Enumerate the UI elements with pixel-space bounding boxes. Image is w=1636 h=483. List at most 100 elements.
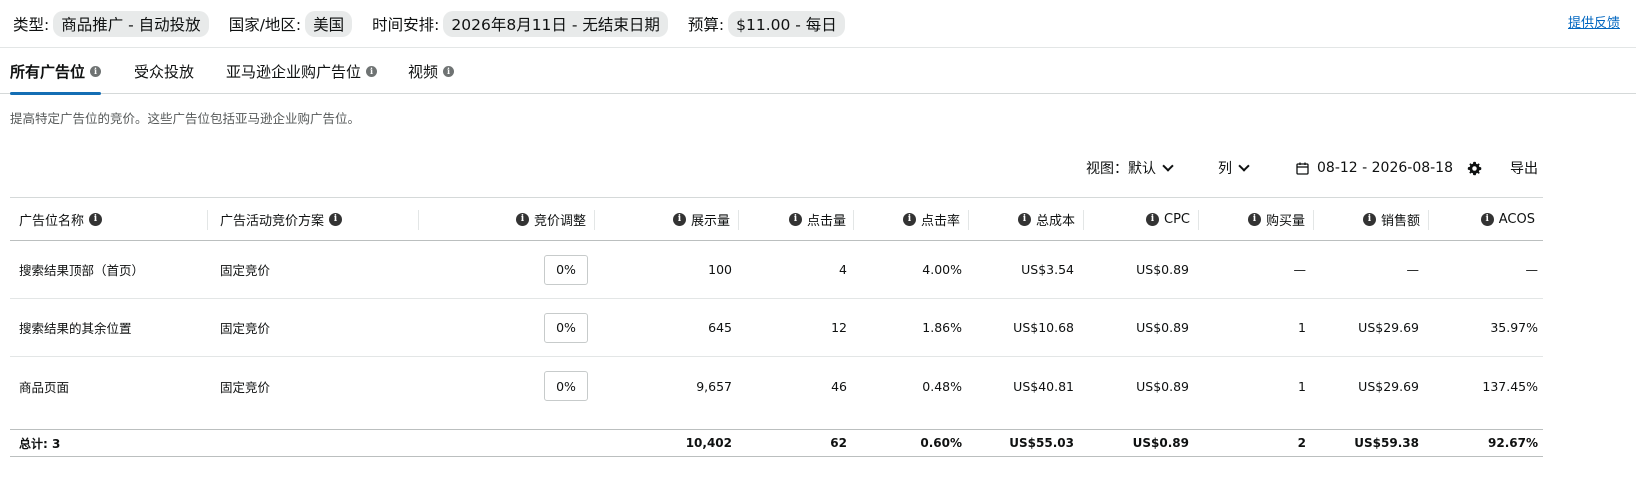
col-header-ctr[interactable]: i 点击率: [860, 198, 960, 240]
tab-audience-targeting[interactable]: 受众投放: [134, 48, 194, 94]
column-divider: [1313, 210, 1314, 230]
chevron-down-icon: [1238, 159, 1250, 172]
info-icon[interactable]: i: [443, 65, 455, 77]
tab-label: 所有广告位: [10, 62, 86, 81]
col-header-placement-name[interactable]: 广告位名称 i: [19, 198, 107, 240]
info-icon[interactable]: i: [672, 212, 686, 226]
info-icon[interactable]: i: [366, 65, 378, 77]
date-range-picker[interactable]: 08-12 - 2026-08-18: [1296, 157, 1453, 179]
column-divider: [853, 210, 854, 230]
purchases-value: 1: [1298, 320, 1306, 335]
info-icon[interactable]: i: [90, 65, 102, 77]
header-label: 广告活动竞价方案: [220, 213, 325, 229]
total-cost-value: US$3.54: [1021, 262, 1074, 277]
column-divider: [1083, 210, 1084, 230]
total-cost-value: US$40.81: [1013, 378, 1074, 394]
clicks-value: 12: [831, 320, 847, 335]
settings-button[interactable]: [1467, 157, 1482, 179]
total-sales: US$59.38: [1354, 436, 1419, 450]
impressions-value: 645: [708, 320, 732, 335]
col-header-bid-strategy[interactable]: 广告活动竞价方案 i: [220, 198, 347, 240]
bid-adjustment-input[interactable]: 0%: [544, 312, 588, 343]
ctr-value: 0.48%: [922, 378, 962, 394]
col-header-impressions[interactable]: i 展示量: [600, 198, 730, 240]
table-total-row: 总计: 3 10,402 62 0.60% US$55.03 US$0.89 2…: [10, 429, 1543, 457]
tab-label: 受众投放: [134, 62, 195, 81]
info-icon[interactable]: i: [329, 212, 343, 226]
tab-video[interactable]: 视频 i: [408, 48, 455, 94]
view-label: 视图：默认: [1086, 161, 1156, 177]
bid-adjustment-input[interactable]: 0%: [544, 254, 588, 285]
active-tab-indicator: [10, 92, 102, 95]
impressions-value: 9,657: [696, 378, 732, 394]
total-cost: US$55.03: [1009, 436, 1074, 450]
tab-all-placements[interactable]: 所有广告位 i: [10, 48, 102, 95]
country-label: 国家/地区:: [228, 15, 302, 34]
col-header-bid-adjustment[interactable]: i 竞价调整: [430, 198, 586, 240]
sales-value: —: [1406, 262, 1420, 277]
total-ctr: 0.60%: [920, 436, 962, 450]
info-icon[interactable]: i: [89, 212, 103, 226]
info-icon[interactable]: i: [1362, 212, 1376, 226]
table-row: 商品页面 固定竞价 0% 9,657 46 0.48% US$40.81 US$…: [10, 357, 1543, 415]
bid-adjustment-cell: 0%: [430, 299, 588, 356]
clicks-value: 4: [839, 262, 847, 277]
col-header-acos[interactable]: i ACOS: [1435, 198, 1535, 240]
col-header-clicks[interactable]: i 点击量: [745, 198, 846, 240]
export-button[interactable]: 导出: [1510, 157, 1538, 179]
header-label: 竞价调整: [533, 213, 586, 229]
purchases-value: 1: [1298, 378, 1306, 394]
bid-adjustment-input[interactable]: 0%: [544, 371, 588, 401]
columns-dropdown[interactable]: 列: [1218, 157, 1250, 179]
column-divider: [1198, 210, 1199, 230]
table-row: 搜索结果的其余位置 固定竞价 0% 645 12 1.86% US$10.68 …: [10, 299, 1543, 357]
cpc-value: US$0.89: [1136, 378, 1189, 394]
feedback-link[interactable]: 提供反馈: [1568, 12, 1620, 31]
header-label: ACOS: [1498, 211, 1535, 227]
budget-value: $11.00 - 每日: [728, 10, 845, 37]
info-icon[interactable]: i: [902, 212, 916, 226]
calendar-icon: [1296, 162, 1309, 175]
tab-business-placements[interactable]: 亚马逊企业购广告位 i: [226, 48, 378, 94]
type-label: 类型:: [13, 15, 50, 34]
total-purchases: 2: [1297, 436, 1306, 450]
export-label: 导出: [1510, 161, 1538, 177]
bid-adjustment-cell: 0%: [430, 357, 588, 415]
chevron-down-icon: [1162, 159, 1174, 172]
info-icon[interactable]: i: [788, 212, 802, 226]
col-header-total-cost[interactable]: i 总成本: [975, 198, 1075, 240]
table-header: 广告位名称 i 广告活动竞价方案 i i 竞价调整 i 展示量 i 点击量 i …: [10, 197, 1543, 241]
placement-tabs: 所有广告位 i 受众投放 亚马逊企业购广告位 i 视频 i: [0, 48, 1636, 95]
acos-value: 35.97%: [1490, 320, 1538, 335]
info-icon[interactable]: i: [1017, 212, 1031, 226]
column-divider: [968, 210, 969, 230]
type-value: 商品推广 - 自动投放: [53, 10, 209, 37]
column-divider: [207, 210, 208, 230]
clicks-value: 46: [831, 378, 847, 394]
info-icon[interactable]: i: [1146, 212, 1159, 226]
country-value: 美国: [305, 10, 353, 37]
budget-label: 预算:: [687, 15, 725, 34]
header-label: 广告位名称: [19, 213, 85, 229]
header-label: CPC: [1164, 211, 1190, 227]
table-toolbar: 视图：默认 列 08-12 - 2026-08-18 导出: [0, 157, 1636, 179]
bid-strategy: 固定竞价: [220, 379, 271, 395]
acos-value: 137.45%: [1482, 378, 1538, 394]
total-acos: 92.67%: [1488, 436, 1538, 450]
header-label: 点击率: [920, 213, 960, 229]
view-dropdown[interactable]: 视图：默认: [1086, 157, 1174, 179]
col-header-cpc[interactable]: i CPC: [1090, 198, 1190, 240]
col-header-purchases[interactable]: i 购买量: [1205, 198, 1305, 240]
ctr-value: 4.00%: [922, 262, 962, 277]
placement-name: 搜索结果的其余位置: [19, 321, 132, 336]
columns-label: 列: [1218, 161, 1232, 177]
info-icon[interactable]: i: [515, 212, 529, 226]
gear-icon: [1467, 161, 1482, 175]
total-label: 总计: 3: [19, 436, 61, 451]
column-divider: [594, 210, 595, 230]
info-icon[interactable]: i: [1480, 212, 1494, 226]
bid-adjustment-cell: 0%: [430, 241, 588, 298]
info-icon[interactable]: i: [1247, 212, 1261, 226]
summary-country: 国家/地区: 美国: [228, 10, 353, 37]
col-header-sales[interactable]: i 销售额: [1320, 198, 1420, 240]
